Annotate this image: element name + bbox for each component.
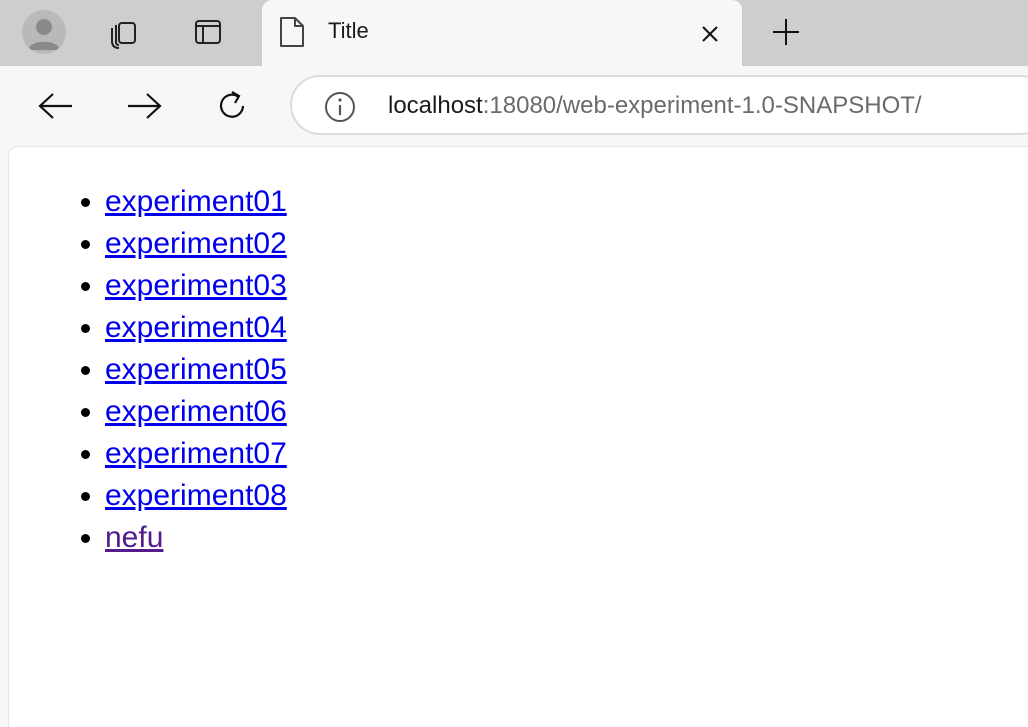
navigation-toolbar: localhost:18080/web-experiment-1.0-SNAPS… — [0, 66, 1028, 146]
address-bar[interactable]: localhost:18080/web-experiment-1.0-SNAPS… — [290, 75, 1028, 135]
avatar — [22, 10, 66, 54]
link-experiment05[interactable]: experiment05 — [105, 353, 287, 386]
forward-button[interactable] — [122, 84, 166, 128]
tab-close-button[interactable] — [690, 20, 730, 48]
refresh-button[interactable] — [210, 84, 254, 128]
workspaces-icon — [111, 22, 136, 49]
list-item: experiment04 — [105, 307, 287, 349]
tab-title: Title — [328, 18, 369, 43]
person-icon — [28, 19, 60, 50]
back-button[interactable] — [34, 84, 78, 128]
workspaces-button[interactable] — [102, 10, 146, 54]
arrow-right-icon — [128, 93, 162, 119]
link-experiment04[interactable]: experiment04 — [105, 311, 287, 344]
url-path: :18080/web-experiment-1.0-SNAPSHOT/ — [482, 92, 922, 119]
vertical-tabs-icon — [195, 20, 221, 44]
document-icon — [280, 17, 304, 47]
plus-icon — [773, 19, 799, 45]
link-experiment08[interactable]: experiment08 — [105, 479, 287, 512]
refresh-icon — [219, 91, 245, 118]
link-list: experiment01 experiment02 experiment03 e… — [105, 181, 287, 559]
page-content: experiment01 experiment02 experiment03 e… — [8, 146, 1028, 727]
arrow-left-icon — [38, 93, 72, 119]
link-experiment01[interactable]: experiment01 — [105, 185, 287, 218]
list-item: experiment02 — [105, 223, 287, 265]
tab-strip: Title — [0, 0, 1028, 66]
list-item: experiment01 — [105, 181, 287, 223]
list-item: experiment07 — [105, 433, 287, 475]
link-experiment07[interactable]: experiment07 — [105, 437, 287, 470]
list-item: experiment03 — [105, 265, 287, 307]
list-item: experiment05 — [105, 349, 287, 391]
tab-actions-button[interactable] — [186, 10, 230, 54]
link-experiment06[interactable]: experiment06 — [105, 395, 287, 428]
link-experiment03[interactable]: experiment03 — [105, 269, 287, 302]
tab-active[interactable]: Title — [262, 0, 742, 66]
list-item: experiment06 — [105, 391, 287, 433]
url-text: localhost:18080/web-experiment-1.0-SNAPS… — [388, 92, 922, 120]
close-icon — [702, 26, 718, 42]
url-host: localhost — [388, 92, 483, 119]
link-nefu[interactable]: nefu — [105, 521, 163, 554]
list-item: experiment08 — [105, 475, 287, 517]
info-icon[interactable] — [324, 91, 356, 123]
new-tab-button[interactable] — [764, 10, 808, 54]
profile-button[interactable] — [22, 10, 66, 54]
list-item: nefu — [105, 517, 287, 559]
link-experiment02[interactable]: experiment02 — [105, 227, 287, 260]
